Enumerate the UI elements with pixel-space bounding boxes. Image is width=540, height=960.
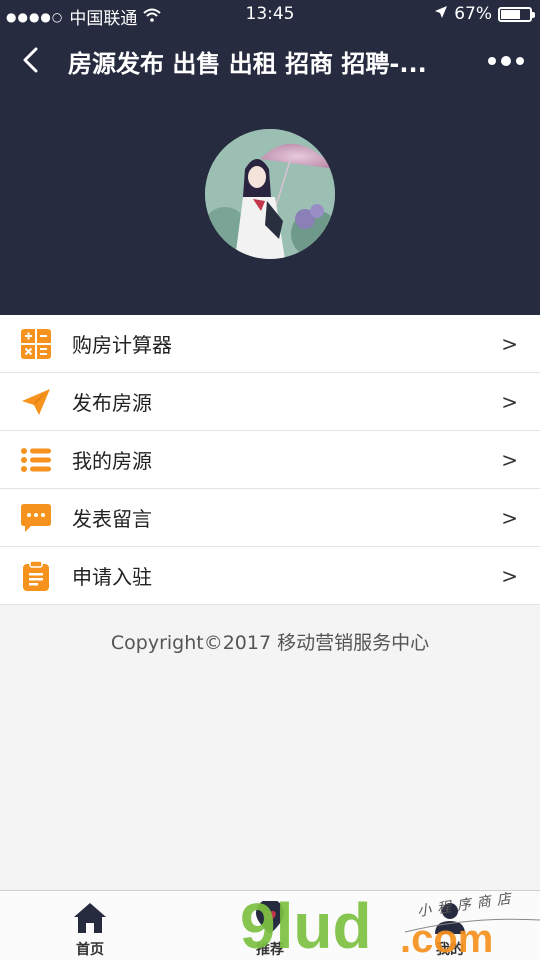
menu-item-label: 申请入驻 — [72, 565, 152, 589]
battery-icon — [498, 6, 535, 22]
menu-list: 购房计算器 > 发布房源 > 我的房源 > 发表留言 > 申请入驻 > — [0, 315, 540, 605]
menu-item-calculator[interactable]: 购房计算器 > — [0, 315, 540, 373]
nav-bar: 房源发布 出售 出租 招商 招聘-... — [0, 30, 540, 92]
tab-label: 我的 — [436, 942, 464, 958]
paper-plane-icon — [20, 386, 52, 418]
back-button[interactable] — [10, 38, 50, 82]
menu-item-publish-listing[interactable]: 发布房源 > — [0, 373, 540, 431]
status-right: 67% — [434, 4, 535, 24]
menu-item-label: 购房计算器 — [72, 333, 172, 357]
clipboard-icon — [20, 560, 52, 592]
tab-bar: 首页 推荐 我的 — [0, 890, 540, 960]
heart-pin-icon — [256, 901, 284, 934]
tab-recommend[interactable]: 推荐 — [220, 891, 320, 960]
copyright-text: Copyright©2017 移动营销服务中心 — [110, 632, 430, 654]
menu-item-label: 我的房源 — [72, 449, 152, 473]
avatar-illustration — [205, 129, 335, 259]
battery-percent: 67% — [454, 4, 492, 24]
chevron-right-icon: > — [501, 564, 518, 588]
message-icon — [20, 502, 52, 534]
more-options-button[interactable] — [484, 48, 528, 74]
menu-item-leave-message[interactable]: 发表留言 > — [0, 489, 540, 547]
location-arrow-icon — [434, 4, 448, 24]
more-dot-icon — [516, 57, 524, 65]
tab-me[interactable]: 我的 — [400, 891, 500, 960]
tab-home[interactable]: 首页 — [40, 891, 140, 960]
more-dot-icon — [488, 57, 496, 65]
menu-item-label: 发布房源 — [72, 391, 152, 415]
chevron-left-icon — [23, 47, 38, 73]
menu-item-label: 发表留言 — [72, 507, 152, 531]
calculator-icon — [20, 328, 52, 360]
chevron-right-icon: > — [501, 332, 518, 356]
tab-label: 推荐 — [256, 942, 284, 958]
more-dot-icon — [501, 56, 511, 66]
battery-fill — [501, 9, 520, 19]
chevron-right-icon: > — [501, 506, 518, 530]
home-icon — [74, 903, 106, 933]
status-bar: ●●●●○ 中国联通 13:45 67% — [0, 0, 540, 30]
tab-label: 首页 — [76, 942, 104, 958]
user-icon — [435, 903, 465, 934]
chevron-right-icon: > — [501, 390, 518, 414]
page-title: 房源发布 出售 出租 招商 招聘-... — [68, 50, 427, 78]
menu-item-apply-join[interactable]: 申请入驻 > — [0, 547, 540, 605]
list-icon — [20, 444, 52, 476]
avatar[interactable] — [205, 129, 335, 259]
menu-item-my-listings[interactable]: 我的房源 > — [0, 431, 540, 489]
chevron-right-icon: > — [501, 448, 518, 472]
